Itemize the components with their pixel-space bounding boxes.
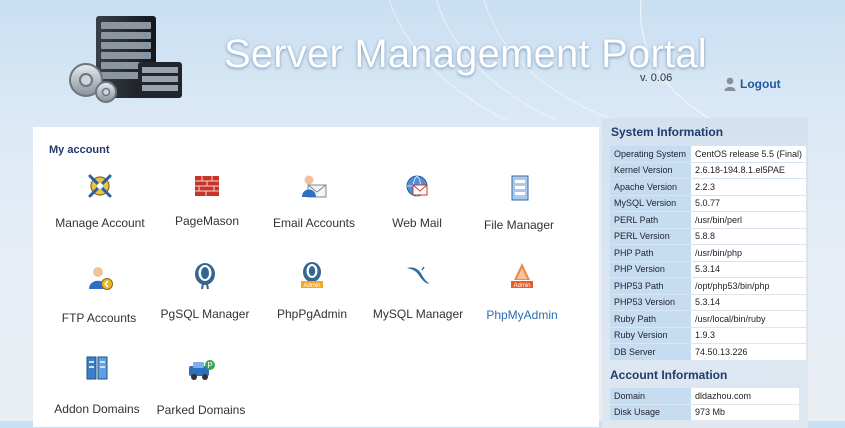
user-icon <box>724 77 736 91</box>
portal-title: Server Management Portal <box>224 32 707 76</box>
info-key: Disk Usage <box>610 404 691 420</box>
tool-addon-domains[interactable]: Addon Domains <box>42 353 152 416</box>
info-key: PHP53 Path <box>610 278 691 294</box>
tool-label: Email Accounts <box>272 216 356 230</box>
account-information-table: Domain dldazhou.com Disk Usage 973 Mb <box>610 387 799 421</box>
svg-text:Admin: Admin <box>303 283 320 289</box>
system-information-heading: System Information <box>611 125 724 139</box>
tool-phpmyadmin[interactable]: Admin PhpMyAdmin <box>467 260 577 322</box>
tool-file-manager[interactable]: File Manager <box>464 173 574 232</box>
tool-label: PageMason <box>174 214 240 228</box>
tool-label: PhpPgAdmin <box>276 307 348 321</box>
info-value: /opt/php53/bin/php <box>691 278 807 294</box>
info-row: DB Server 74.50.13.226 <box>610 344 807 360</box>
info-value: 2.6.18-194.8.1.el5PAE <box>691 162 807 178</box>
server-logo-icon <box>69 16 182 103</box>
info-value: 5.8.8 <box>691 228 807 244</box>
info-key: Ruby Path <box>610 311 691 327</box>
version-label: v. 0.06 <box>640 72 673 84</box>
info-value: dldazhou.com <box>691 388 799 404</box>
tool-label: Manage Account <box>55 216 145 230</box>
info-key: Ruby Version <box>610 327 691 343</box>
tool-label: FTP Accounts <box>61 311 137 325</box>
info-value: 74.50.13.226 <box>691 344 807 360</box>
tool-email-accounts[interactable]: Email Accounts <box>259 171 369 230</box>
manage-account-icon <box>88 174 112 198</box>
account-information-heading: Account Information <box>610 368 728 382</box>
my-account-heading: My account <box>49 144 110 156</box>
tool-label: PhpMyAdmin <box>486 308 558 322</box>
info-row: Apache Version 2.2.3 <box>610 179 807 195</box>
tool-parked-domains[interactable]: P Parked Domains <box>146 355 256 417</box>
tool-label: Web Mail <box>392 216 442 230</box>
info-key: PHP Version <box>610 261 691 277</box>
tool-phppgadmin[interactable]: Admin PhpPgAdmin <box>257 260 367 321</box>
info-row: Operating System CentOS release 5.5 (Fina… <box>610 146 807 162</box>
info-row: Domain dldazhou.com <box>610 388 799 404</box>
info-key: PHP53 Version <box>610 294 691 310</box>
info-value: /usr/bin/perl <box>691 212 807 228</box>
addon-domains-icon <box>86 356 108 380</box>
tool-pgsql-manager[interactable]: PgSQL Manager <box>150 260 260 321</box>
info-value: 1.9.3 <box>691 327 807 343</box>
info-key: Operating System <box>610 146 691 162</box>
logout-link[interactable]: Logout <box>724 77 781 91</box>
parked-domains-icon: P <box>189 360 215 380</box>
info-value: CentOS release 5.5 (Final) <box>691 146 807 162</box>
web-mail-icon <box>406 175 428 197</box>
info-row: PHP Version 5.3.14 <box>610 261 807 277</box>
tool-label: File Manager <box>483 218 555 232</box>
info-row: PHP Path/usr/bin/php <box>610 245 807 261</box>
info-value: /usr/bin/php <box>691 245 807 261</box>
tool-manage-account[interactable]: Manage Account <box>45 171 155 230</box>
header: Server Management Portal v. 0.06 Logout <box>0 0 845 120</box>
info-sidebar: System Information Operating System CentO… <box>602 118 808 428</box>
tool-ftp-accounts[interactable]: FTP Accounts <box>44 263 154 325</box>
info-row: Ruby Path/usr/local/bin/ruby <box>610 311 807 327</box>
info-value: 2.2.3 <box>691 179 807 195</box>
tool-label: Addon Domains <box>54 402 140 416</box>
info-row: PERL Path/usr/bin/perl <box>610 212 807 228</box>
info-value: 5.3.14 <box>691 261 807 277</box>
tool-web-mail[interactable]: Web Mail <box>362 171 472 230</box>
tool-label: PgSQL Manager <box>160 307 250 321</box>
svg-text:P: P <box>207 361 212 370</box>
info-row: PHP53 Path/opt/php53/bin/php <box>610 278 807 294</box>
info-value: /usr/local/bin/ruby <box>691 311 807 327</box>
info-key: Apache Version <box>610 179 691 195</box>
tool-mysql-manager[interactable]: MySQL Manager <box>363 260 473 321</box>
tool-pagemason[interactable]: PageMason <box>152 171 262 228</box>
info-row: MySQL Version 5.0.77 <box>610 195 807 211</box>
info-value: 5.0.77 <box>691 195 807 211</box>
file-manager-icon <box>511 175 529 201</box>
info-key: PERL Version <box>610 228 691 244</box>
info-key: DB Server <box>610 344 691 360</box>
my-account-panel: My account Manage Account PageMason Emai… <box>33 127 599 427</box>
info-row: PHP53 Version 5.3.14 <box>610 294 807 310</box>
info-row: Ruby Version 1.9.3 <box>610 327 807 343</box>
ftp-accounts-icon <box>89 267 113 290</box>
info-row: Disk Usage 973 Mb <box>610 404 799 420</box>
phpmyadmin-icon: Admin <box>511 263 533 289</box>
svg-text:Admin: Admin <box>513 283 530 289</box>
info-row: Kernel Version 2.6.18-194.8.1.el5PAE <box>610 162 807 178</box>
info-value: 973 Mb <box>691 404 799 420</box>
info-key: PHP Path <box>610 245 691 261</box>
pagemason-icon <box>195 176 219 196</box>
phppgadmin-icon: Admin <box>301 262 323 289</box>
tool-label: MySQL Manager <box>372 307 464 321</box>
pgsql-manager-icon <box>195 263 215 290</box>
logout-label: Logout <box>740 77 781 91</box>
system-information-table: Operating System CentOS release 5.5 (Fina… <box>610 145 807 361</box>
info-row: PERL Version 5.8.8 <box>610 228 807 244</box>
info-value: 5.3.14 <box>691 294 807 310</box>
info-key: PERL Path <box>610 212 691 228</box>
info-key: MySQL Version <box>610 195 691 211</box>
email-accounts-icon <box>302 175 327 198</box>
info-key: Domain <box>610 388 691 404</box>
tool-label: Parked Domains <box>156 403 246 417</box>
mysql-manager-icon <box>407 266 430 284</box>
info-key: Kernel Version <box>610 162 691 178</box>
